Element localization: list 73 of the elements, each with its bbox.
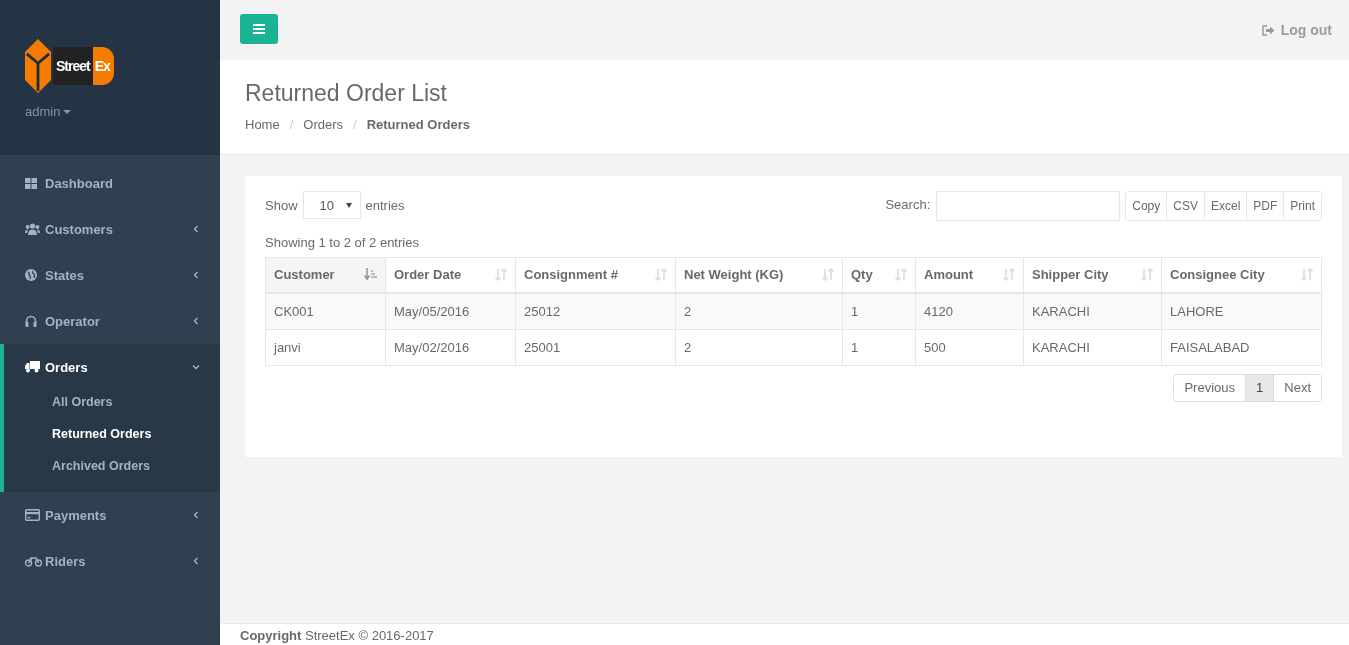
nav-item[interactable]: Dashboard xyxy=(4,160,220,206)
table-cell: janvi xyxy=(265,329,386,365)
table-cell: 25001 xyxy=(515,329,676,365)
column-header[interactable]: Consignment # xyxy=(515,257,676,293)
breadcrumb-separator: / xyxy=(289,117,294,132)
page-number-button[interactable]: 1 xyxy=(1245,373,1275,402)
column-label: Amount xyxy=(924,267,974,283)
user-menu[interactable]: admin xyxy=(25,104,72,119)
motorcycle-icon xyxy=(25,555,42,567)
breadcrumb-item[interactable]: Orders xyxy=(303,117,344,132)
users-icon xyxy=(25,223,40,235)
page-size-select[interactable]: 10 xyxy=(302,191,361,219)
nav-item[interactable]: Operator xyxy=(4,298,220,344)
column-header[interactable]: Customer xyxy=(265,257,386,293)
column-label: Consignment # xyxy=(524,267,618,283)
table-info: Showing 1 to 2 of 2 entries xyxy=(265,235,420,250)
entries-label: entries xyxy=(365,197,405,213)
nav-item[interactable]: Riders xyxy=(4,538,220,584)
column-header[interactable]: Net Weight (KG) xyxy=(675,257,843,293)
sign-out-icon xyxy=(1261,24,1275,36)
search-field[interactable] xyxy=(936,191,1121,221)
column-header[interactable]: Shipper City xyxy=(1023,257,1162,293)
table-cell: CK001 xyxy=(265,292,386,329)
table-cell: LAHORE xyxy=(1161,292,1322,329)
menu-button[interactable] xyxy=(240,14,278,44)
column-label: Qty xyxy=(851,267,873,283)
column-header[interactable]: Consignee City xyxy=(1161,257,1322,293)
logo: Street Ex xyxy=(25,38,114,94)
truck-icon xyxy=(25,361,40,373)
export-button[interactable]: Copy xyxy=(1125,191,1168,221)
table-cell: 2 xyxy=(675,292,843,329)
table-cell: 1 xyxy=(842,292,916,329)
column-header[interactable]: Amount xyxy=(915,257,1024,293)
column-label: Net Weight (KG) xyxy=(684,267,784,283)
copyright-text: Copyright StreetEx © 2016-2017 xyxy=(240,628,434,643)
export-button[interactable]: Excel xyxy=(1203,191,1248,221)
submenu-item[interactable]: Archived Orders xyxy=(4,450,150,482)
dashboard-grid-icon xyxy=(25,177,37,189)
table-cell: May/02/2016 xyxy=(385,329,516,365)
breadcrumb-item[interactable]: Home xyxy=(245,117,280,132)
submenu-item[interactable]: Returned Orders xyxy=(4,418,152,450)
breadcrumb-item: Returned Orders xyxy=(366,117,470,132)
table-cell: May/05/2016 xyxy=(385,292,516,329)
nav-item[interactable]: States xyxy=(4,252,220,298)
export-button[interactable]: PDF xyxy=(1246,191,1285,221)
menu-icon xyxy=(253,24,265,34)
show-label: Show xyxy=(265,197,298,213)
column-label: Order Date xyxy=(394,267,462,283)
table-cell: KARACHI xyxy=(1023,329,1162,365)
column-header[interactable]: Qty xyxy=(842,257,916,293)
table-cell: FAISALABAD xyxy=(1161,329,1322,365)
table-cell: KARACHI xyxy=(1023,292,1162,329)
next-page-button[interactable]: Next xyxy=(1273,373,1322,402)
page-title: Returned Order List xyxy=(245,80,448,107)
search-label: Search: xyxy=(885,197,931,212)
table-cell: 4120 xyxy=(915,292,1024,329)
column-label: Shipper City xyxy=(1032,267,1109,283)
column-header[interactable]: Order Date xyxy=(385,257,516,293)
column-label: Consignee City xyxy=(1170,267,1265,283)
globe-icon xyxy=(25,269,37,281)
nav-item[interactable]: Customers xyxy=(4,206,220,252)
credit-card-icon xyxy=(25,509,40,521)
headset-icon xyxy=(25,315,37,327)
column-label: Customer xyxy=(274,267,335,283)
nav-item[interactable]: Payments xyxy=(4,492,220,538)
export-button[interactable]: Print xyxy=(1283,191,1322,221)
previous-page-button[interactable]: Previous xyxy=(1173,373,1247,402)
breadcrumb-separator: / xyxy=(353,117,357,132)
table-cell: 500 xyxy=(915,329,1024,365)
table-cell: 1 xyxy=(842,329,916,365)
table-cell: 25012 xyxy=(515,292,676,329)
table-cell: 2 xyxy=(675,329,843,365)
export-button[interactable]: CSV xyxy=(1166,191,1205,221)
